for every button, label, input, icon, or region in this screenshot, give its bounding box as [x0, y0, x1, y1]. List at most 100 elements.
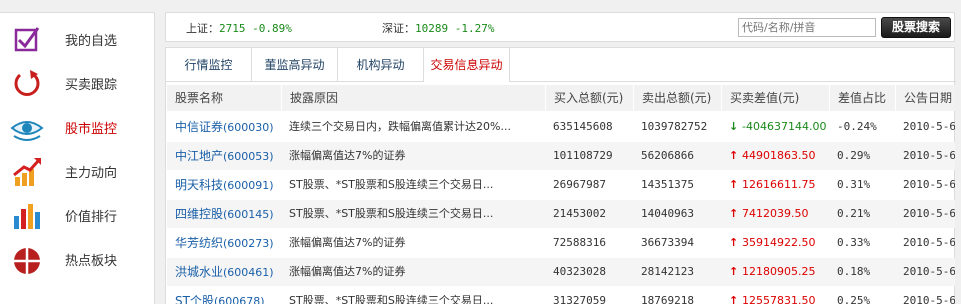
buy-sell-diff: ↑ 12616611.75	[721, 171, 829, 199]
stock-name: 中信证券	[175, 120, 224, 134]
buy-sell-diff: ↑ 44901863.50	[721, 142, 829, 170]
sidebar-item-label: 买卖跟踪	[65, 78, 118, 93]
diff-ratio: 0.31%	[837, 178, 871, 191]
shanghai-index: 上证：2715 -0.89%	[186, 20, 292, 36]
diff-value: 12180905.25	[742, 265, 816, 278]
col-diff-ratio[interactable]: 差值占比	[829, 85, 895, 111]
table-row[interactable]: 洪城水业(600461) 涨幅偏离值达7%的证券 40323028 28142123 ↑…	[167, 258, 955, 286]
stock-code: (600273)	[223, 237, 274, 250]
buy-total: 26967987	[553, 178, 606, 191]
arrow-up-icon: ↑	[729, 265, 743, 278]
shenzhen-index-label: 深证：	[382, 22, 415, 35]
sidebar-item-monitor[interactable]: 股市监控	[0, 105, 155, 149]
sidebar-item-value-rank[interactable]: 价值排行	[0, 193, 155, 237]
buy-sell-diff: ↑ 7412039.50	[721, 200, 829, 228]
stock-code: (600678)	[213, 295, 265, 304]
table-row[interactable]: 中江地产(600053) 涨幅偏离值达7%的证券 101108729 56206866…	[167, 142, 955, 170]
stock-code: (600091)	[223, 179, 274, 192]
disclosure-reason: ST股票、*ST股票和S股连续三个交易日...	[289, 178, 494, 191]
stock-search-input[interactable]	[738, 18, 876, 37]
bar-chart-icon	[14, 204, 40, 229]
disclosure-reason: ST股票、*ST股票和S股连续三个交易日...	[289, 207, 494, 220]
sidebar-item-main-trend[interactable]: 主力动向	[0, 149, 155, 193]
stock-name-link[interactable]: ST个股(600678)	[167, 287, 281, 304]
stock-name-link[interactable]: 四维控股(600145)	[167, 200, 281, 228]
sidebar-item-label: 我的自选	[65, 34, 118, 49]
stock-name: 洪城水业	[175, 265, 224, 279]
shenzhen-index-value: 10289 -1.27%	[415, 22, 495, 35]
tab-institution-changes[interactable]: 机构异动	[338, 48, 424, 82]
col-diff[interactable]: 买卖差值(元)	[721, 85, 829, 111]
table-row[interactable]: 中信证券(600030) 连续三个交易日内，跌幅偏离值累计达20%... 63514…	[167, 113, 955, 141]
arrow-up-icon: ↑	[729, 178, 743, 191]
shanghai-index-label: 上证：	[186, 22, 219, 35]
announce-date: 2010-5-6	[903, 178, 955, 191]
arrow-up-icon: ↑	[729, 149, 743, 162]
stock-name: ST个股	[175, 294, 214, 304]
stock-name-link[interactable]: 中江地产(600053)	[167, 142, 281, 170]
tab-bar: 行情监控 董监高异动 机构异动 交易信息异动	[166, 48, 956, 82]
diff-ratio: 0.18%	[837, 265, 871, 278]
stock-name: 明天科技	[175, 178, 224, 192]
announce-date: 2010-5-6	[903, 207, 955, 220]
main-panel: 行情监控 董监高异动 机构异动 交易信息异动 股票名称 披露原因 买入总额(元)…	[165, 47, 956, 304]
sell-total: 14040963	[641, 207, 694, 220]
stock-code: (600053)	[223, 150, 274, 163]
stock-name-link[interactable]: 华芳纺织(600273)	[167, 229, 281, 257]
col-buy-total[interactable]: 买入总额(元)	[545, 85, 633, 111]
index-bar: 上证：2715 -0.89% 深证：10289 -1.27% 股票搜索	[165, 12, 955, 42]
shenzhen-index: 深证：10289 -1.27%	[382, 20, 494, 36]
announce-date: 2010-5-6	[903, 120, 955, 133]
col-sell-total[interactable]: 卖出总额(元)	[633, 85, 721, 111]
sidebar-item-favorites[interactable]: 我的自选	[0, 17, 155, 61]
diff-ratio: 0.33%	[837, 236, 871, 249]
sell-total: 1039782752	[641, 120, 708, 133]
stock-name-link[interactable]: 明天科技(600091)	[167, 171, 281, 199]
buy-sell-diff: ↑ 12180905.25	[721, 258, 829, 286]
table-row[interactable]: ST个股(600678) ST股票、*ST股票和S股连续三个交易日... 31327…	[167, 287, 955, 304]
tab-market-monitor[interactable]: 行情监控	[166, 48, 252, 82]
refresh-icon	[14, 70, 40, 96]
eye-icon	[10, 121, 44, 141]
diff-value: 12557831.50	[742, 294, 816, 304]
stock-name: 中江地产	[175, 149, 224, 163]
table-row[interactable]: 华芳纺织(600273) 涨幅偏离值达7%的证券 72588316 36673394 ↑…	[167, 229, 955, 257]
buy-sell-diff: ↑ 35914922.50	[721, 229, 829, 257]
sell-total: 36673394	[641, 236, 694, 249]
sidebar-item-hot-sectors[interactable]: 热点板块	[0, 237, 155, 281]
tab-executive-changes[interactable]: 董监高异动	[252, 48, 338, 82]
tab-trade-info-changes[interactable]: 交易信息异动	[424, 48, 510, 82]
buy-sell-diff: ↓ -404637144.00	[721, 113, 829, 141]
stock-search-button[interactable]: 股票搜索	[881, 17, 951, 38]
sidebar-item-tracking[interactable]: 买卖跟踪	[0, 61, 155, 105]
diff-ratio: 0.25%	[837, 294, 871, 304]
buy-total: 635145608	[553, 120, 613, 133]
diff-value: 7412039.50	[742, 207, 809, 220]
stock-name-link[interactable]: 洪城水业(600461)	[167, 258, 281, 286]
col-date[interactable]: 公告日期	[895, 85, 955, 111]
trend-chart-icon	[13, 158, 41, 186]
buy-total: 101108729	[553, 149, 613, 162]
buy-total: 31327059	[553, 294, 606, 304]
disclosure-reason: 涨幅偏离值达7%的证券	[289, 236, 406, 249]
pie-chart-icon	[14, 248, 40, 274]
announce-date: 2010-5-6	[903, 294, 955, 304]
diff-ratio: 0.21%	[837, 207, 871, 220]
diff-value: 12616611.75	[742, 178, 816, 191]
col-reason[interactable]: 披露原因	[281, 85, 545, 111]
table-row[interactable]: 明天科技(600091) ST股票、*ST股票和S股连续三个交易日... 26967…	[167, 171, 955, 199]
stock-name: 华芳纺织	[175, 236, 224, 250]
disclosure-reason: 连续三个交易日内，跌幅偏离值累计达20%...	[289, 120, 511, 133]
sell-total: 18769218	[641, 294, 694, 304]
diff-value: 44901863.50	[742, 149, 816, 162]
sidebar-item-label: 热点板块	[65, 254, 118, 269]
disclosure-reason: ST股票、*ST股票和S股连续三个交易日...	[289, 294, 494, 304]
stock-name-link[interactable]: 中信证券(600030)	[167, 113, 281, 141]
buy-total: 21453002	[553, 207, 606, 220]
buy-sell-diff: ↑ 12557831.50	[721, 287, 829, 304]
table-header: 股票名称 披露原因 买入总额(元) 卖出总额(元) 买卖差值(元) 差值占比 公…	[167, 85, 955, 111]
col-stock-name[interactable]: 股票名称	[167, 85, 281, 111]
table-row[interactable]: 四维控股(600145) ST股票、*ST股票和S股连续三个交易日... 21453…	[167, 200, 955, 228]
disclosure-reason: 涨幅偏离值达7%的证券	[289, 149, 406, 162]
stock-code: (600030)	[223, 121, 274, 134]
